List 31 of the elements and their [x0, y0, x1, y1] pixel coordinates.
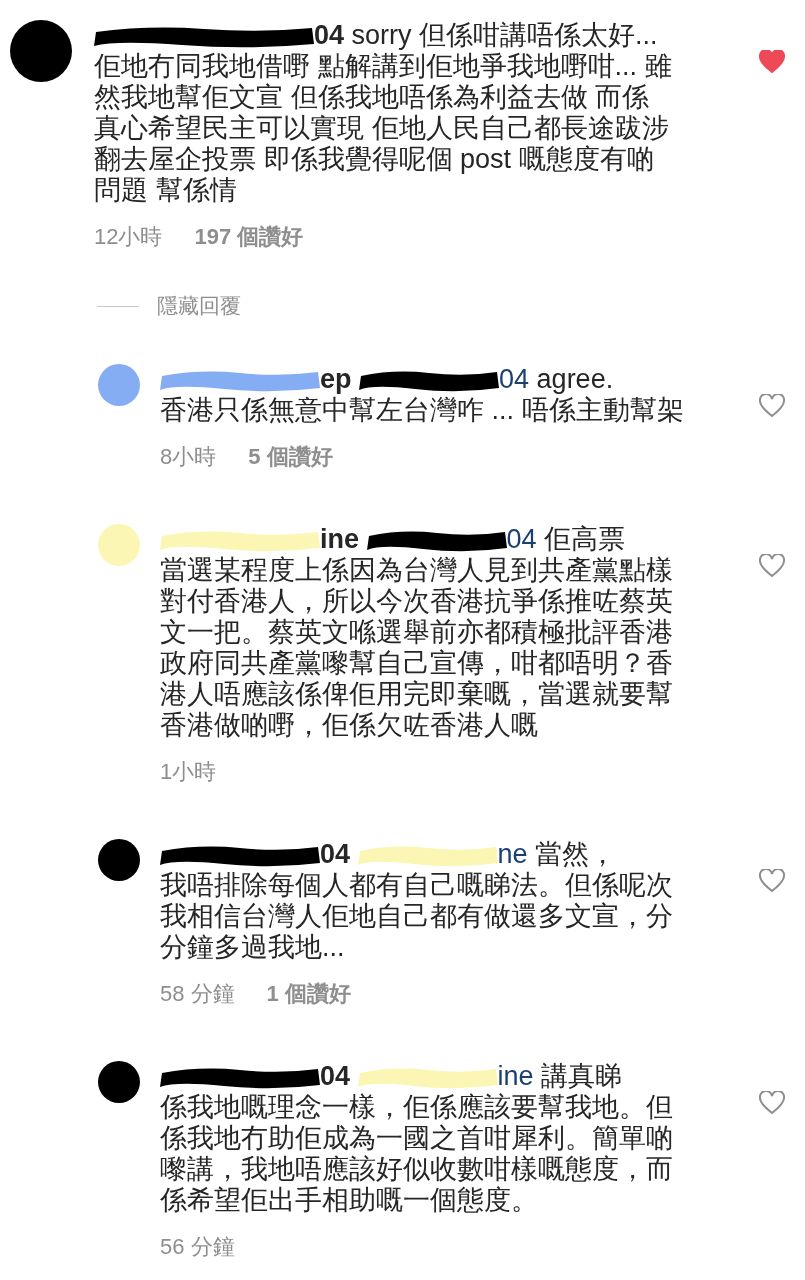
mention-link[interactable]: ine: [497, 1061, 534, 1091]
timestamp: 12小時: [94, 223, 163, 251]
comment-text: 佢高票: [544, 524, 626, 554]
username[interactable]: 04: [314, 20, 345, 50]
username[interactable]: 04: [320, 1061, 351, 1091]
username[interactable]: 04: [320, 839, 351, 869]
timestamp: 1小時: [160, 758, 217, 786]
mention-link[interactable]: ne: [497, 839, 528, 869]
username[interactable]: ep: [320, 364, 352, 394]
username[interactable]: ine: [320, 524, 359, 554]
timestamp: 58 分鐘: [160, 980, 235, 1008]
avatar[interactable]: [98, 839, 140, 881]
heart-icon[interactable]: [759, 50, 785, 74]
heart-icon[interactable]: [759, 554, 785, 578]
mention-link[interactable]: 04: [499, 364, 530, 394]
comment-text: 係我地嘅理念一樣，佢係應該要幫我地。但係我地冇助佢成為一國之首咁犀利。簡單啲嚟講，我地唔應該好似收數咁樣嘅態度，而係希望佢出手相助嘅一個態度。: [160, 1092, 674, 1216]
heart-icon[interactable]: [759, 1091, 785, 1115]
timestamp: 56 分鐘: [160, 1233, 235, 1261]
comment-text: 我唔排除每個人都有自己嘅睇法。但係呢次我相信台灣人佢地自己都有做還多文宣，分分鐘多過我地...: [160, 870, 674, 963]
timestamp: 8小時: [160, 443, 217, 471]
comment-text: 當選某程度上係因為台灣人見到共產黨點樣對付香港人，所以今次香港抗爭係推咗蔡英文一把。蔡英文喺選舉前亦都積極批評香港政府同共產黨嚟幫自己宣傳，咁都唔明？香港人唔應該係俾佢用完即棄嘅，當選就要幫香港做啲嘢，佢係欠咗香港人嘅: [160, 555, 674, 741]
comment-text: agree.: [536, 364, 614, 394]
comment-text: 佢地冇同我地借嘢 點解講到佢地爭我地嘢咁... 雖然我地幫佢文宣 但係我地唔係為利益去做 而係真心希望民主可以實現 佢地人民自己都長途跋涉翻去屋企投票 即係我覺得呢個 post 嘅態度有啲問題 幫係情: [94, 51, 673, 206]
comment-text: 講真睇: [541, 1061, 623, 1091]
comment-text: 當然，: [535, 839, 617, 869]
heart-icon[interactable]: [759, 394, 785, 418]
mention-link[interactable]: 04: [506, 524, 537, 554]
heart-icon[interactable]: [759, 869, 785, 893]
avatar[interactable]: [98, 1061, 140, 1103]
comment-text: sorry 但係咁講唔係太好...: [351, 20, 658, 50]
comment-text: 香港只係無意中幫左台灣咋 ... 唔係主動幫架: [160, 395, 685, 426]
